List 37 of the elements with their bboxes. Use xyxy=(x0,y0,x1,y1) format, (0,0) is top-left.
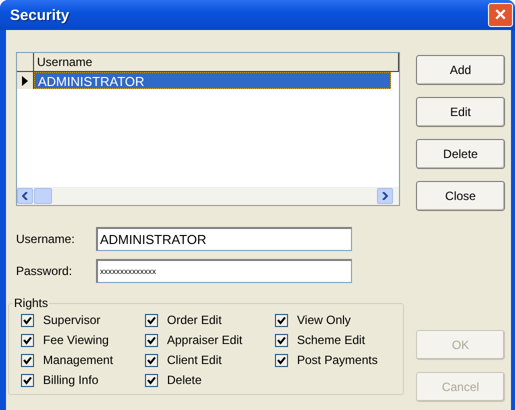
checkbox[interactable] xyxy=(275,354,288,366)
checkbox-label: Fee Viewing xyxy=(43,333,109,347)
scroll-right-icon[interactable] xyxy=(377,188,393,204)
action-button[interactable]: Edit xyxy=(416,97,505,127)
checkbox-label: Management xyxy=(43,353,114,367)
checkbox[interactable] xyxy=(21,334,34,346)
action-button[interactable]: Delete xyxy=(416,139,505,169)
checkbox-label: View Only xyxy=(297,313,351,327)
checkbox-label: Scheme Edit xyxy=(297,333,366,347)
checkbox[interactable] xyxy=(145,334,158,346)
checkbox-label: Appraiser Edit xyxy=(167,333,242,347)
window-title: Security xyxy=(10,6,70,24)
close-button[interactable]: × xyxy=(488,3,513,27)
password-field[interactable]: xxxxxxxxxxxxxx xyxy=(96,259,352,283)
checkbox[interactable] xyxy=(145,314,158,326)
checkbox-label: Post Payments xyxy=(297,353,378,367)
checkbox[interactable] xyxy=(145,374,158,386)
checkbox[interactable] xyxy=(21,374,34,386)
field-label: Password: xyxy=(16,264,74,278)
scroll-left-icon[interactable] xyxy=(17,188,33,204)
group-title: Rights xyxy=(13,296,50,310)
checkbox[interactable] xyxy=(275,314,288,326)
field-label: Username: xyxy=(16,232,76,246)
checkbox[interactable] xyxy=(21,314,34,326)
checkbox-label: Client Edit xyxy=(167,353,222,367)
username-field[interactable]: ADMINISTRATOR xyxy=(96,227,352,251)
checkbox-label: Supervisor xyxy=(43,313,100,327)
checkbox-label: Delete xyxy=(167,373,202,387)
checkbox-label: Billing Info xyxy=(43,373,98,387)
action-button[interactable]: Add xyxy=(416,55,505,85)
checkbox-label: Order Edit xyxy=(167,313,222,327)
checkbox[interactable] xyxy=(145,354,158,366)
scroll-thumb[interactable] xyxy=(34,188,52,204)
checkbox[interactable] xyxy=(275,334,288,346)
action-button[interactable]: Close xyxy=(416,181,505,211)
table-cell[interactable]: ADMINISTRATOR xyxy=(34,72,391,89)
checkbox[interactable] xyxy=(21,354,34,366)
